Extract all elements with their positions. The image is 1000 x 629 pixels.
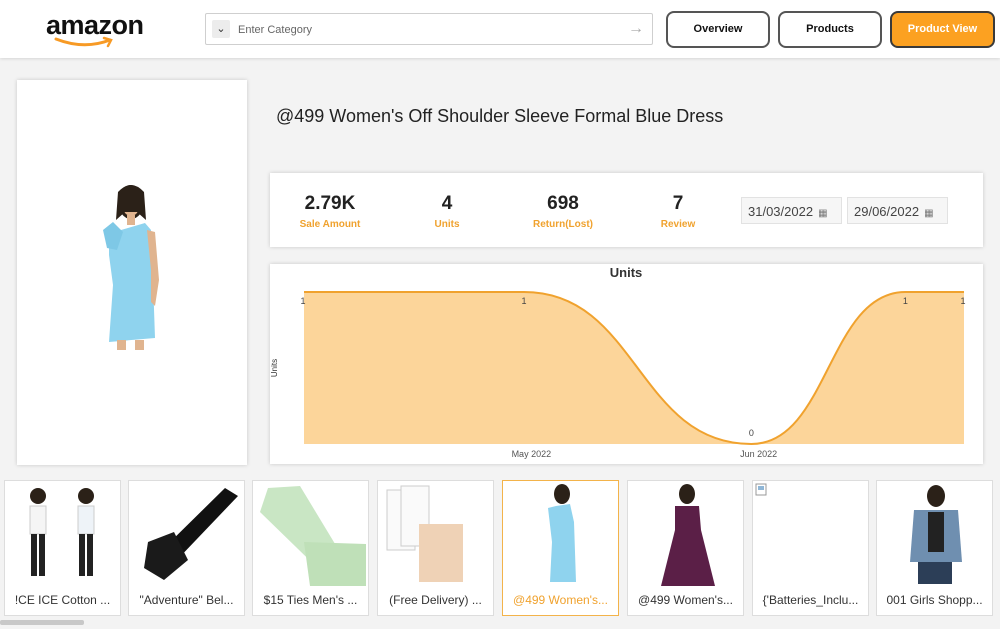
kpi-label: Sale Amount (299, 219, 361, 230)
data-label: 1 (521, 296, 526, 306)
thumbnail-image (661, 484, 715, 586)
kpi-label: Return(Lost) (533, 219, 593, 230)
data-label: 1 (960, 296, 965, 306)
end-date: 29/06/2022 (854, 204, 920, 219)
product-thumbnail[interactable]: {'Batteries_Inclu... (752, 480, 869, 616)
top-bar: amazon ⌄ → Overview Products Product Vie… (0, 0, 1000, 58)
kpi-units: 4 Units (392, 192, 502, 232)
product-thumbnail[interactable]: $15 Ties Men's ... (252, 480, 369, 616)
kpi-review: 7 Review (623, 192, 733, 232)
arrow-right-icon[interactable]: → (628, 19, 644, 39)
thumbnail-caption: !CE ICE Cotton ... (14, 593, 111, 607)
data-label: 0 (749, 428, 754, 438)
overview-button[interactable]: Overview (666, 11, 770, 48)
thumbnail-image (386, 485, 463, 582)
product-image-card (17, 80, 247, 465)
kpi-value: 698 (547, 193, 579, 214)
category-search[interactable]: ⌄ → (205, 13, 653, 45)
kpi-label: Units (434, 219, 460, 230)
chart-y-axis-label: Units (270, 359, 279, 377)
chart-title: Units (610, 265, 643, 280)
horizontal-scrollbar[interactable] (0, 620, 84, 625)
product-thumbnail[interactable]: !CE ICE Cotton ... (4, 480, 121, 616)
thumbnail-caption: @499 Women's... (638, 593, 733, 607)
start-date: 31/03/2022 (748, 204, 814, 219)
product-thumbnail-selected[interactable]: @499 Women's... (502, 480, 619, 616)
thumbnail-caption: {'Batteries_Inclu... (762, 593, 859, 607)
product-thumbnail[interactable]: (Free Delivery) ... (377, 480, 494, 616)
thumbnail-image (548, 484, 576, 582)
thumbnail-caption: @499 Women's... (513, 593, 608, 607)
end-date-picker[interactable]: 29/06/2022 ▦ (847, 197, 948, 224)
chevron-down-icon[interactable]: ⌄ (212, 20, 230, 38)
thumbnail-caption: $15 Ties Men's ... (263, 593, 358, 607)
category-input[interactable] (236, 19, 620, 41)
kpi-value: 7 (672, 193, 684, 214)
x-tick-label: May 2022 (512, 449, 552, 459)
thumbnail-image (144, 488, 238, 580)
kpi-value: 2.79K (304, 193, 356, 214)
calendar-icon[interactable]: ▦ (924, 208, 933, 219)
thumbnail-image (910, 485, 962, 584)
thumbnail-caption: "Adventure" Bel... (139, 593, 234, 607)
thumbnail-image (260, 486, 366, 586)
kpi-sale-amount: 2.79K Sale Amount (275, 192, 385, 232)
thumbnail-caption: (Free Delivery) ... (389, 593, 482, 607)
start-date-picker[interactable]: 31/03/2022 ▦ (741, 197, 842, 224)
logo-smile-icon (54, 36, 113, 48)
product-title: @499 Women's Off Shoulder Sleeve Formal … (276, 106, 724, 126)
thumbnail-image (29, 488, 95, 576)
units-chart: Units Units 1 1 0 1 1 May 2022 Jun 2022 (270, 265, 966, 459)
product-image (103, 185, 159, 350)
product-thumbnail[interactable]: "Adventure" Bel... (128, 480, 245, 616)
product-view-button[interactable]: Product View (890, 11, 995, 48)
product-thumbnail[interactable]: 001 Girls Shopp... (876, 480, 993, 616)
calendar-icon[interactable]: ▦ (818, 208, 827, 219)
broken-image-icon (755, 483, 767, 496)
thumbnail-caption: 001 Girls Shopp... (886, 593, 983, 607)
amazon-logo: amazon (46, 10, 146, 50)
data-label: 1 (300, 296, 305, 306)
products-button[interactable]: Products (778, 11, 882, 48)
kpi-value: 4 (441, 193, 453, 214)
units-chart-card: Units Units 1 1 0 1 1 May 2022 Jun 2022 (270, 264, 983, 464)
data-label: 1 (903, 296, 908, 306)
kpi-label: Review (660, 219, 696, 230)
area-fill (304, 292, 964, 444)
product-thumbnail[interactable]: @499 Women's... (627, 480, 744, 616)
kpi-return-lost: 698 Return(Lost) (508, 192, 618, 232)
x-tick-label: Jun 2022 (740, 449, 777, 459)
